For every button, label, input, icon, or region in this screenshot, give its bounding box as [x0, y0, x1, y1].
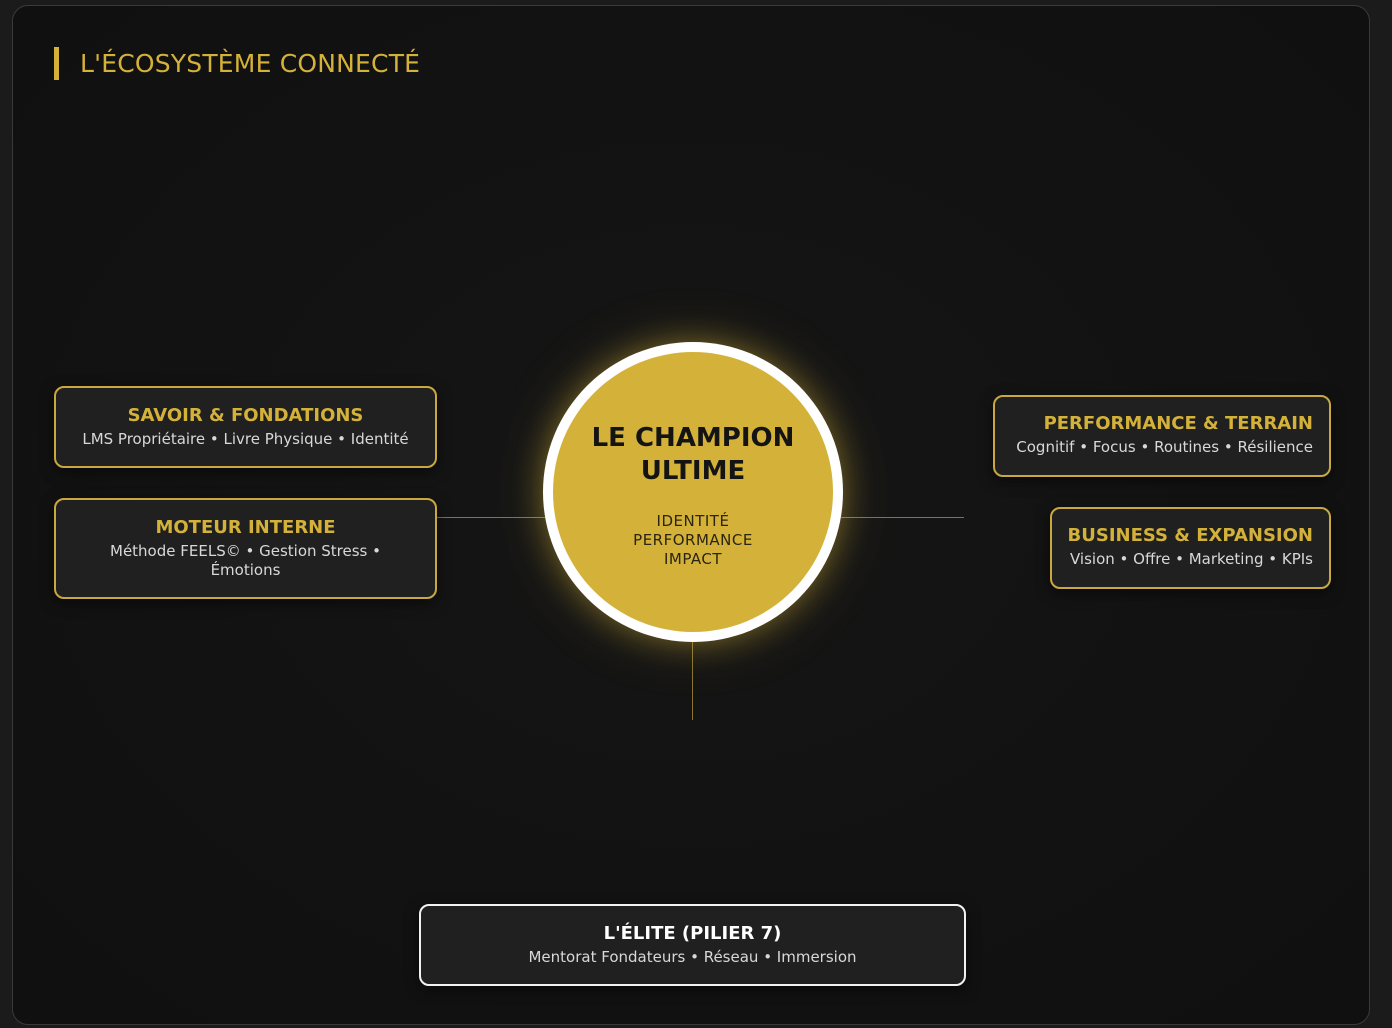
node-savoir-fondations[interactable]: SAVOIR & FONDATIONS LMS Propriétaire • L…	[54, 386, 437, 468]
hub-core: LE CHAMPION ULTIME IDENTITÉ PERFORMANCE …	[553, 352, 833, 632]
node-title: PERFORMANCE & TERRAIN	[1043, 413, 1313, 434]
title-accent-bar	[54, 47, 59, 80]
hub-line-performance: PERFORMANCE	[633, 531, 753, 549]
connector-bottom	[692, 640, 693, 720]
hub-subtitle: IDENTITÉ PERFORMANCE IMPACT	[553, 512, 833, 569]
node-elite-pilier-7[interactable]: L'ÉLITE (PILIER 7) Mentorat Fondateurs •…	[419, 904, 966, 986]
node-description: LMS Propriétaire • Livre Physique • Iden…	[82, 430, 409, 448]
node-business-expansion[interactable]: BUSINESS & EXPANSION Vision • Offre • Ma…	[1050, 507, 1331, 589]
node-title: MOTEUR INTERNE	[155, 517, 336, 538]
connector-right	[841, 517, 964, 518]
node-title: SAVOIR & FONDATIONS	[127, 405, 364, 426]
node-description: Vision • Offre • Marketing • KPIs	[1069, 550, 1313, 568]
node-title: BUSINESS & EXPANSION	[1067, 525, 1313, 546]
hub-line-identite: IDENTITÉ	[656, 512, 730, 530]
node-description: Méthode FEELS© • Gestion Stress • Émotio…	[110, 542, 381, 579]
hub-title: LE CHAMPION ULTIME	[591, 423, 795, 486]
node-description: Cognitif • Focus • Routines • Résilience	[1016, 438, 1313, 456]
node-description: Mentorat Fondateurs • Réseau • Immersion	[528, 948, 857, 966]
node-performance-terrain[interactable]: PERFORMANCE & TERRAIN Cognitif • Focus •…	[993, 395, 1331, 477]
node-title: L'ÉLITE (PILIER 7)	[603, 923, 782, 944]
connector-left	[437, 517, 545, 518]
section-header: L'ÉCOSYSTÈME CONNECTÉ	[54, 47, 420, 80]
hub-line-impact: IMPACT	[663, 550, 723, 568]
page-title: L'ÉCOSYSTÈME CONNECTÉ	[80, 49, 421, 78]
hub-circle: LE CHAMPION ULTIME IDENTITÉ PERFORMANCE …	[543, 342, 843, 642]
node-moteur-interne[interactable]: MOTEUR INTERNE Méthode FEELS© • Gestion …	[54, 498, 437, 599]
